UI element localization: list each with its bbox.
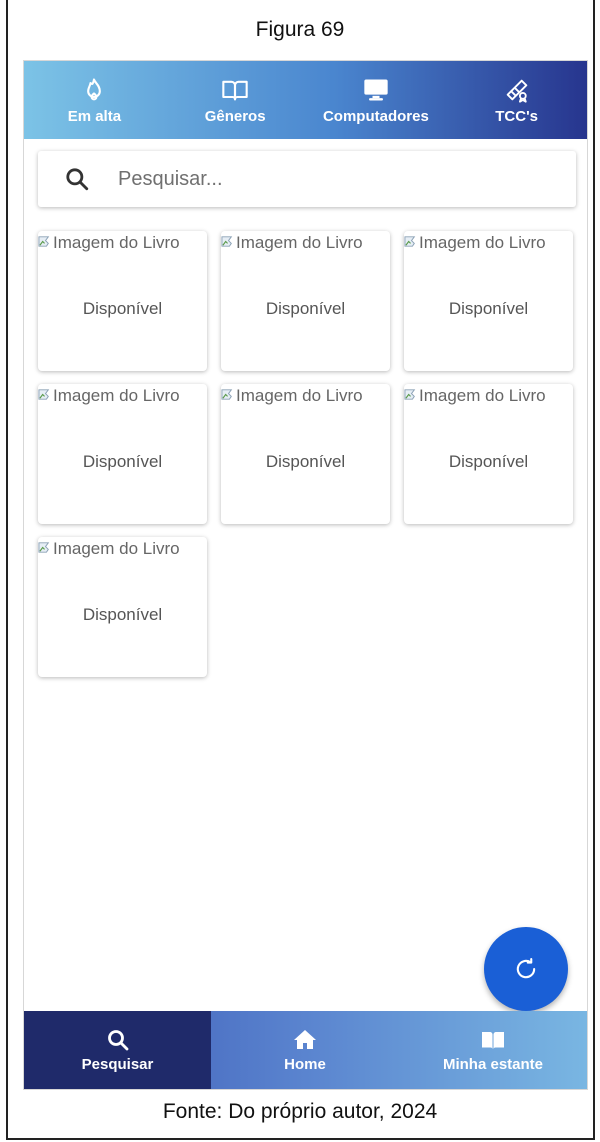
diploma-icon (506, 79, 527, 103)
refresh-button[interactable] (484, 927, 568, 1011)
nav-label: Minha estante (442, 1055, 544, 1073)
book-card[interactable]: Imagem do Livro Disponível (38, 384, 207, 524)
book-image: Imagem do Livro (38, 539, 188, 559)
search-input[interactable] (116, 166, 500, 192)
broken-image-icon (38, 236, 50, 247)
book-image: Imagem do Livro (38, 233, 188, 253)
availability-status: Disponível (448, 452, 529, 471)
book-grid: Imagem do Livro Disponível Imagem do Liv… (38, 231, 578, 677)
nav-minha-estante[interactable]: Minha estante (399, 1011, 587, 1089)
tab-em-alta[interactable]: Em alta (32, 76, 157, 125)
availability-status: Disponível (82, 605, 163, 624)
book-card[interactable]: Imagem do Livro Disponível (38, 537, 207, 677)
book-card[interactable]: Imagem do Livro Disponível (221, 384, 390, 524)
search-icon (107, 1029, 128, 1050)
book-card[interactable]: Imagem do Livro Disponível (38, 231, 207, 371)
tab-computadores[interactable]: Computadores (313, 76, 438, 125)
availability-status: Disponível (448, 299, 529, 318)
broken-image-icon (221, 236, 233, 247)
nav-home[interactable]: Home (211, 1011, 399, 1089)
nav-pesquisar[interactable]: Pesquisar (24, 1011, 211, 1089)
figure-title: Figura 69 (255, 18, 345, 41)
bottom-navigation: Pesquisar Home Minha estante (24, 1011, 587, 1089)
tab-label: Em alta (67, 107, 122, 125)
tab-generos[interactable]: Gêneros (173, 76, 298, 125)
book-card[interactable]: Imagem do Livro Disponível (404, 231, 573, 371)
book-image: Imagem do Livro (221, 386, 371, 406)
monitor-icon (364, 79, 388, 100)
availability-status: Disponível (265, 299, 346, 318)
search-icon (66, 168, 89, 191)
fire-icon (87, 77, 102, 100)
broken-image-icon (38, 389, 50, 400)
search-bar[interactable] (38, 151, 576, 207)
book-card[interactable]: Imagem do Livro Disponível (221, 231, 390, 371)
book-image: Imagem do Livro (38, 386, 188, 406)
home-icon (294, 1029, 316, 1049)
tab-label: Computadores (322, 107, 429, 125)
broken-image-icon (404, 389, 416, 400)
broken-image-icon (221, 389, 233, 400)
app-screen: Em alta Gêneros Computadores TCC's Pesqu… (23, 60, 588, 1090)
top-navigation: Em alta Gêneros Computadores TCC's (24, 61, 587, 139)
book-image: Imagem do Livro (221, 233, 371, 253)
book-open-icon (222, 80, 248, 100)
book-image: Imagem do Livro (404, 386, 554, 406)
broken-image-icon (404, 236, 416, 247)
nav-label: Pesquisar (81, 1055, 154, 1073)
book-card[interactable]: Imagem do Livro Disponível (404, 384, 573, 524)
tab-label: Gêneros (204, 107, 266, 125)
tab-label: TCC's (495, 107, 538, 125)
refresh-icon (516, 958, 536, 979)
book-icon (482, 1031, 504, 1049)
broken-image-icon (38, 542, 50, 553)
tab-tccs[interactable]: TCC's (454, 76, 579, 125)
availability-status: Disponível (82, 452, 163, 471)
book-image: Imagem do Livro (404, 233, 554, 253)
availability-status: Disponível (82, 299, 163, 318)
nav-label: Home (284, 1055, 326, 1073)
figure-caption: Fonte: Do próprio autor, 2024 (162, 1100, 438, 1123)
availability-status: Disponível (265, 452, 346, 471)
